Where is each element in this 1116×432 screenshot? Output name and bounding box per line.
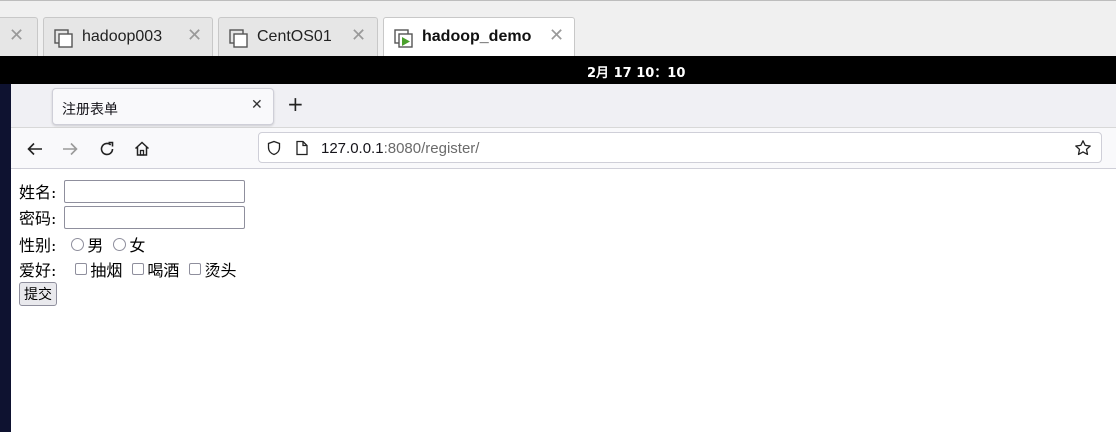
password-row: 密码: [19,205,246,229]
desktop-background [0,84,11,432]
password-label: 密码: [19,209,57,228]
name-row: 姓名: [19,179,246,203]
gender-row: 性别: 男 女 [19,232,145,256]
close-icon[interactable]: ✕ [187,26,202,46]
back-icon[interactable] [24,138,46,160]
close-icon[interactable]: ✕ [549,26,564,46]
gender-label: 性别: [19,236,57,255]
vm-tab-centos01[interactable]: CentOS01 ✕ [218,17,378,57]
browser-tab-active[interactable]: 注册表单 ✕ [52,88,274,125]
reload-icon[interactable] [96,138,118,160]
hobby-option-perm: 烫头 [204,261,237,280]
hobby-row: 爱好: 抽烟 喝酒 烫头 [19,257,236,281]
url-text[interactable]: 127.0.0.1:8080/register/ [321,140,479,157]
vm-icon [229,29,248,48]
vm-tab-label: hadoop003 [82,28,163,45]
close-icon[interactable]: ✕ [9,26,24,46]
browser-window: 注册表单 ✕ + 127.0.0.1:8080/register/ 姓名: 密码… [11,84,1116,432]
gender-radio-female[interactable] [113,237,127,251]
clock[interactable]: 2月 17 10：10 [587,62,685,81]
name-label: 姓名: [19,183,57,202]
shield-icon[interactable] [266,140,282,160]
submit-row: 提交 [19,282,57,306]
hobby-checkbox-drink[interactable] [132,263,145,275]
page-content: 姓名: 密码: 性别: 男 女 爱好: 抽烟 喝酒 烫头 提交 [11,170,1116,432]
page-icon[interactable] [295,140,309,160]
hobby-label: 爱好: [19,261,57,280]
vm-running-icon [394,29,413,48]
forward-icon[interactable] [59,138,81,160]
vm-tab-hadoop003[interactable]: hadoop003 ✕ [43,17,213,57]
vm-tab-label: CentOS01 [257,28,332,45]
password-input[interactable] [64,205,246,229]
vm-tab-strip: ✕ hadoop003 ✕ CentOS01 ✕ hadoop_demo ✕ [0,0,1116,58]
url-path: :8080/register/ [383,140,480,157]
url-host: 127.0.0.1 [321,140,384,157]
close-icon[interactable]: ✕ [351,26,366,46]
gender-radio-male[interactable] [71,237,85,251]
new-tab-icon[interactable]: + [287,93,304,115]
hobby-checkbox-smoke[interactable] [75,263,88,275]
close-icon[interactable]: ✕ [251,97,263,113]
vm-tab-partial[interactable]: ✕ [0,17,38,57]
bookmark-star-icon[interactable] [1074,139,1092,161]
gender-option-male: 男 [87,236,104,255]
home-icon[interactable] [131,138,153,160]
browser-tab-title: 注册表单 [62,102,118,118]
hobby-option-smoke: 抽烟 [90,261,123,280]
gnome-top-bar: 2月 17 10：10 [0,56,1116,84]
vm-tab-hadoop-demo[interactable]: hadoop_demo ✕ [383,17,575,58]
browser-tab-bar: 注册表单 ✕ + [11,84,1116,128]
name-input[interactable] [64,179,246,203]
hobby-option-drink: 喝酒 [147,261,180,280]
url-bar[interactable]: 127.0.0.1:8080/register/ [258,132,1102,163]
vm-tab-label: hadoop_demo [422,28,532,45]
vm-icon [54,29,73,48]
hobby-checkbox-perm[interactable] [189,263,202,275]
gender-option-female: 女 [129,236,146,255]
navigation-toolbar: 127.0.0.1:8080/register/ [11,128,1116,169]
submit-button[interactable]: 提交 [19,282,57,306]
